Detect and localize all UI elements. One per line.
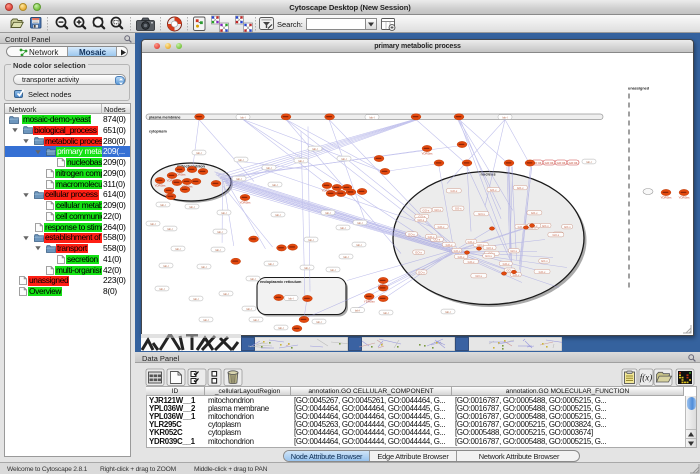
svg-text:YDR0xx: YDR0xx bbox=[321, 188, 333, 192]
svg-text:lab-l: lab-l bbox=[203, 317, 209, 321]
svg-text:lab-l: lab-l bbox=[355, 308, 361, 312]
svg-text:GO-x: GO-x bbox=[475, 274, 482, 278]
svg-text:lab-l: lab-l bbox=[236, 176, 242, 180]
svg-text:lab-l: lab-l bbox=[369, 115, 375, 119]
svg-text:unassigned: unassigned bbox=[628, 86, 650, 90]
svg-text:lab-l: lab-l bbox=[150, 221, 156, 225]
svg-text:GO-x: GO-x bbox=[415, 250, 422, 254]
svg-text:lab-l: lab-l bbox=[159, 286, 165, 290]
svg-text:YDR0xx: YDR0xx bbox=[154, 183, 166, 187]
svg-text:GO-x: GO-x bbox=[428, 234, 435, 238]
svg-text:GO-x: GO-x bbox=[531, 211, 538, 215]
svg-text:GO:04: GO:04 bbox=[545, 161, 554, 165]
svg-text:GO-x: GO-x bbox=[417, 217, 424, 221]
svg-text:YDR0xx: YDR0xx bbox=[239, 200, 251, 204]
svg-text:lab-l: lab-l bbox=[175, 246, 181, 250]
svg-text:GO-x: GO-x bbox=[468, 239, 475, 243]
svg-text:lab-l: lab-l bbox=[308, 237, 314, 241]
svg-text:GO-x: GO-x bbox=[539, 269, 546, 273]
svg-text:lab-l: lab-l bbox=[215, 247, 221, 251]
svg-text:YDR0xx: YDR0xx bbox=[421, 151, 433, 155]
svg-text:GO-x: GO-x bbox=[486, 245, 493, 249]
svg-text:GO-x: GO-x bbox=[468, 259, 475, 263]
svg-text:lab-l: lab-l bbox=[502, 115, 508, 119]
svg-text:cytoplasm: cytoplasm bbox=[149, 129, 167, 133]
svg-text:YDR0xx: YDR0xx bbox=[678, 195, 690, 199]
svg-text:lab-l: lab-l bbox=[238, 157, 244, 161]
svg-text:GO-x: GO-x bbox=[564, 225, 571, 229]
svg-text:lab-l: lab-l bbox=[316, 319, 322, 323]
svg-text:GO-x: GO-x bbox=[542, 223, 549, 227]
svg-text:lab-l: lab-l bbox=[383, 310, 389, 314]
svg-text:lab-l: lab-l bbox=[246, 306, 252, 310]
svg-text:lab-l: lab-l bbox=[325, 210, 331, 214]
svg-text:lab-l: lab-l bbox=[217, 229, 223, 233]
svg-text:lab-l: lab-l bbox=[240, 115, 246, 119]
svg-text:lab-l: lab-l bbox=[223, 291, 229, 295]
svg-text:GO-x: GO-x bbox=[485, 254, 492, 258]
svg-text:lab-l: lab-l bbox=[163, 263, 169, 267]
svg-text:GO-x: GO-x bbox=[541, 259, 548, 263]
svg-text:lab-l: lab-l bbox=[272, 182, 278, 186]
svg-text:GO-x: GO-x bbox=[451, 189, 458, 193]
svg-text:lab-l: lab-l bbox=[167, 226, 173, 230]
svg-text:lab-l: lab-l bbox=[312, 146, 318, 150]
svg-text:lab-l: lab-l bbox=[250, 276, 256, 280]
svg-text:endoplasmic reticulum: endoplasmic reticulum bbox=[260, 280, 302, 284]
svg-text:lab-l: lab-l bbox=[189, 204, 195, 208]
svg-text:YDR0xx: YDR0xx bbox=[163, 193, 175, 197]
svg-text:YDR0xx: YDR0xx bbox=[331, 190, 343, 194]
svg-text:GO-x: GO-x bbox=[458, 254, 465, 258]
svg-text:GO-x: GO-x bbox=[517, 185, 524, 189]
svg-text:lab-l: lab-l bbox=[304, 265, 310, 269]
svg-text:GO-x: GO-x bbox=[552, 233, 559, 237]
svg-text:GO-x: GO-x bbox=[446, 242, 453, 246]
svg-text:lab-l: lab-l bbox=[330, 267, 336, 271]
svg-text:lab-l: lab-l bbox=[343, 254, 349, 258]
svg-text:lab-l: lab-l bbox=[288, 296, 294, 300]
svg-text:lab-l: lab-l bbox=[586, 159, 592, 163]
svg-text:GO-x: GO-x bbox=[503, 261, 510, 265]
svg-text:lab-l: lab-l bbox=[298, 158, 304, 162]
svg-text:lab-l: lab-l bbox=[275, 212, 281, 216]
svg-text:GO:04: GO:04 bbox=[569, 161, 578, 165]
svg-text:lab-l: lab-l bbox=[278, 325, 284, 329]
svg-text:GO-x: GO-x bbox=[478, 211, 485, 215]
svg-text:lab-l: lab-l bbox=[340, 225, 346, 229]
svg-text:GO-x: GO-x bbox=[418, 270, 425, 274]
svg-text:GO-x: GO-x bbox=[454, 248, 461, 252]
svg-text:lab-l: lab-l bbox=[341, 156, 347, 160]
svg-text:lab-l: lab-l bbox=[221, 210, 227, 214]
svg-text:lab-l: lab-l bbox=[201, 264, 207, 268]
svg-text:GO-x: GO-x bbox=[438, 224, 445, 228]
svg-text:YDR0xx: YDR0xx bbox=[174, 172, 186, 176]
svg-text:GO-x: GO-x bbox=[455, 206, 462, 210]
svg-text:GO-x: GO-x bbox=[434, 207, 441, 211]
svg-text:lab-l: lab-l bbox=[196, 150, 202, 154]
svg-text:YDR0xx: YDR0xx bbox=[378, 283, 390, 287]
svg-text:plasma membrane: plasma membrane bbox=[149, 115, 181, 119]
svg-text:GO-x: GO-x bbox=[408, 232, 415, 236]
svg-text:GO-x: GO-x bbox=[510, 249, 517, 253]
svg-text:lab-l: lab-l bbox=[268, 261, 274, 265]
svg-text:YDR0xx: YDR0xx bbox=[660, 195, 672, 199]
svg-text:lab-l: lab-l bbox=[253, 317, 259, 321]
svg-text:YDR0xx: YDR0xx bbox=[181, 184, 193, 188]
svg-text:lab-l: lab-l bbox=[356, 242, 362, 246]
svg-text:lab-l: lab-l bbox=[193, 296, 199, 300]
svg-text:lab-l: lab-l bbox=[445, 309, 451, 313]
svg-text:GO:04: GO:04 bbox=[557, 161, 566, 165]
svg-text:lab-l: lab-l bbox=[357, 220, 363, 224]
svg-text:lab-l: lab-l bbox=[160, 202, 166, 206]
svg-text:lab-l: lab-l bbox=[266, 165, 272, 169]
svg-text:YDR0xx: YDR0xx bbox=[364, 299, 376, 303]
svg-text:YDR0xx: YDR0xx bbox=[166, 178, 178, 182]
svg-text:GO-x: GO-x bbox=[490, 187, 497, 191]
svg-text:GO-x: GO-x bbox=[423, 208, 430, 212]
